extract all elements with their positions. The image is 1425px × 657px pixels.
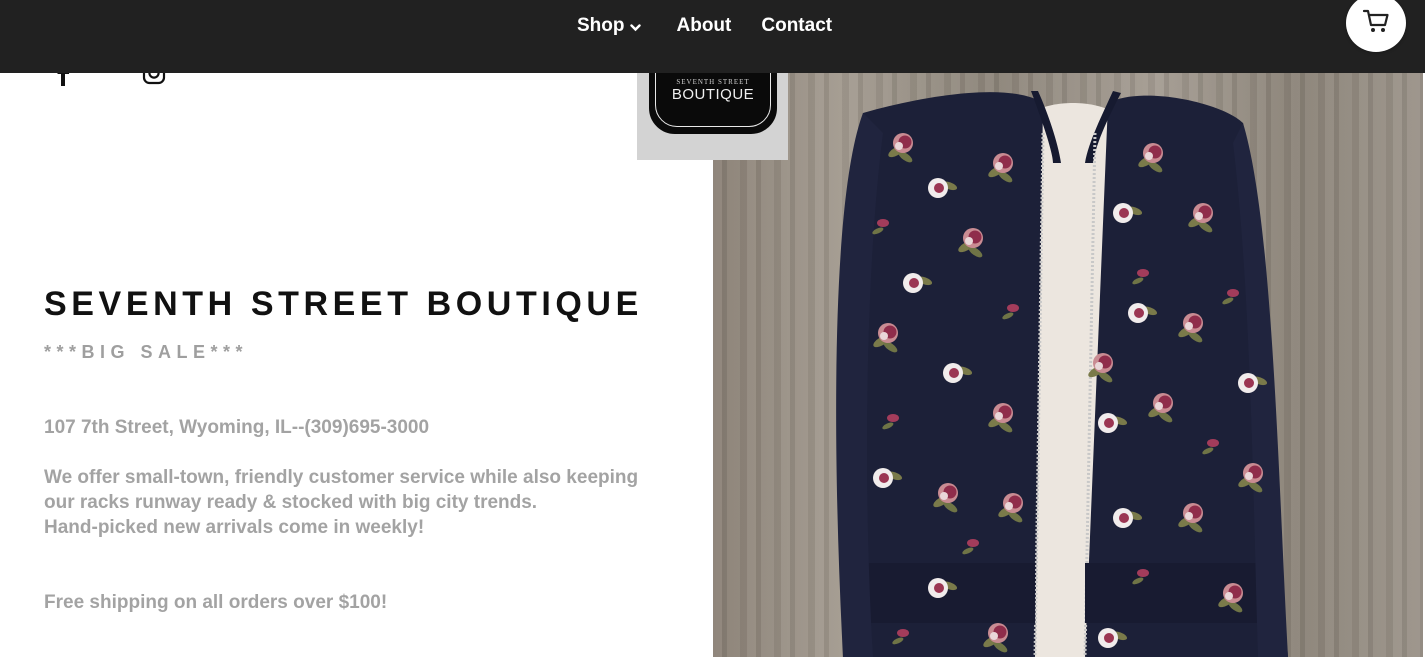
nav-contact-link[interactable]: Contact [761, 14, 832, 38]
store-description: We offer small-town, friendly customer s… [44, 465, 638, 540]
shipping-notice: Free shipping on all orders over $100! [44, 592, 388, 613]
nav-shop-label: Shop [577, 14, 625, 36]
nav-shop-link[interactable]: Shop [577, 12, 641, 39]
description-line: We offer small-town, friendly customer s… [44, 467, 639, 488]
shopping-cart-icon [1362, 8, 1390, 39]
logo-line2: BOUTIQUE [671, 86, 755, 103]
main-nav: Shop About Contact [577, 12, 832, 39]
page-title: SEVENTH STREET BOUTIQUE [44, 285, 643, 323]
description-line: our racks runway ready & stocked with bi… [44, 492, 538, 513]
logo-line1: SEVENTH STREET [676, 78, 750, 86]
top-navbar: Shop About Contact [0, 0, 1425, 73]
sale-subtitle: ***BIG SALE*** [44, 342, 249, 362]
chevron-down-icon [629, 15, 641, 39]
hero-image [713, 73, 1423, 657]
nav-about-link[interactable]: About [677, 14, 732, 38]
cart-button[interactable] [1346, 0, 1406, 52]
description-line: Hand-picked new arrivals come in weekly! [44, 517, 425, 538]
store-address: 107 7th Street, Wyoming, IL--(309)695-30… [44, 417, 430, 438]
